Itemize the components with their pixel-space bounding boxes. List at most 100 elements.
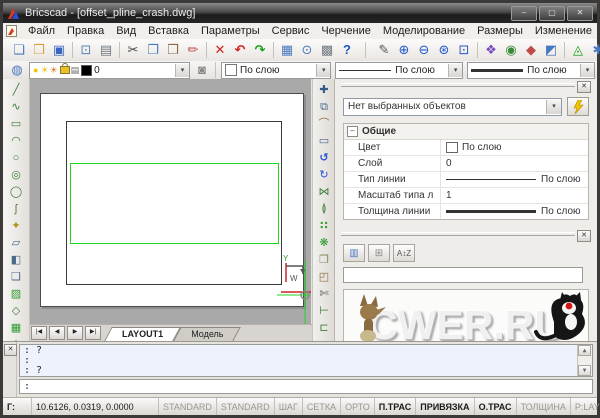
pan-icon[interactable]: ❖ [481,40,501,60]
window-close-button[interactable]: ✕ [567,5,593,21]
color-dropdown-arrow-icon[interactable]: ▾ [316,63,331,77]
command-close-icon[interactable]: ✕ [4,344,17,356]
rectangle-icon[interactable]: ▭ [5,115,27,132]
open-icon[interactable]: ❒ [29,40,49,60]
delete-icon[interactable]: ✕ [210,40,230,60]
menu-insert[interactable]: Вставка [142,24,195,38]
table-icon[interactable]: ▦ [5,319,27,336]
window-minimize-button[interactable]: – [511,5,537,21]
command-panel-grip[interactable]: ✕ [3,342,17,399]
panel-grip[interactable] [341,232,575,236]
tab-next-icon[interactable]: ▶ [67,326,83,340]
line-icon[interactable]: ╱ [5,81,27,98]
explode-icon[interactable]: ◰ [313,268,335,285]
format-painter-icon[interactable]: ✏ [183,40,203,60]
view-columns-icon[interactable]: ▥ [343,244,365,262]
new-icon[interactable]: ❏ [9,40,29,60]
status-grid[interactable]: СЕТКА [303,398,342,415]
status-lineweight[interactable]: ТОЛЩИНА [517,398,571,415]
array-icon[interactable]: ∷ [313,217,335,234]
selection-dropdown-arrow-icon[interactable]: ▾ [546,99,561,114]
menu-modify[interactable]: Изменение [529,24,598,38]
scale-icon[interactable]: ▭ [313,132,335,149]
render-icon[interactable]: ◆ [521,40,541,60]
status-polar[interactable]: П.ТРАС [375,398,417,415]
point-icon[interactable]: ✦ [5,217,27,234]
previous-layer-icon[interactable]: ◙ [192,60,212,80]
save-icon[interactable]: ▣ [49,40,69,60]
properties-close-icon[interactable]: ✕ [577,81,591,93]
scroll-up-icon[interactable]: ▲ [578,345,591,356]
extend-icon[interactable]: ⊢ [313,302,335,319]
hatch-icon[interactable]: ▨ [5,285,27,302]
drawing-explorer-icon[interactable]: ▦ [277,40,297,60]
print-icon[interactable]: ▤ [96,40,116,60]
rotate-reference-icon[interactable]: ↻ [313,166,335,183]
menu-file[interactable]: Файл [22,24,61,38]
undo-icon[interactable]: ↶ [230,40,250,60]
layer-dropdown[interactable]: ● ☀ ☀ ▤ 0 ▾ [29,61,190,79]
lineweight-dropdown-arrow-icon[interactable]: ▾ [579,63,594,77]
property-row-color[interactable]: Цвет По слою [344,140,588,156]
menu-view[interactable]: Вид [110,24,142,38]
spline-icon[interactable]: ∫ [5,200,27,217]
lineweight-dropdown[interactable]: По слою ▾ [467,61,595,79]
property-row-lineweight[interactable]: Толщина линии По слою [344,204,588,219]
tab-first-icon[interactable]: |◀ [31,326,47,340]
copy-icon[interactable]: ❐ [143,40,163,60]
menu-model[interactable]: Моделирование [377,24,471,38]
array-polar-icon[interactable]: ❋ [313,234,335,251]
property-row-linetype[interactable]: Тип линии По слою [344,172,588,188]
realtime-view-icon[interactable]: ◉ [501,40,521,60]
tab-model[interactable]: Модель [177,327,237,341]
linetype-dropdown-arrow-icon[interactable]: ▾ [448,63,463,77]
block-preview-icon[interactable]: ⊞ [368,244,390,262]
status-esnap[interactable]: ПРИВЯЗКА [416,398,475,415]
collapse-icon[interactable]: – [347,126,358,137]
menu-draw[interactable]: Черчение [315,24,377,38]
window-maximize-button[interactable]: ▢ [539,5,565,21]
visual-style-icon[interactable]: ◩ [541,40,561,60]
boundary-icon[interactable]: ❑ [5,268,27,285]
status-ortho[interactable]: ОРТО [341,398,375,415]
zoom-window-icon[interactable]: ⊡ [454,40,474,60]
status-textstyle[interactable]: STANDARD [159,398,217,415]
paste-icon[interactable]: ❒ [163,40,183,60]
layer-explorer-icon[interactable]: ◍ [7,60,27,80]
properties-group-general[interactable]: – Общие [344,124,588,140]
command-history[interactable]: : ? : : ? ▲ ▼ [19,344,593,377]
move-icon[interactable]: ✚ [313,81,335,98]
rotate-icon[interactable]: ↺ [313,149,335,166]
color-dropdown[interactable]: По слою ▾ [221,61,332,79]
menu-tools[interactable]: Сервис [266,24,316,38]
solid-icon[interactable]: ◧ [5,251,27,268]
break-icon[interactable]: ⊏ [313,319,335,336]
menu-dimensions[interactable]: Размеры [471,24,529,38]
help-icon[interactable]: ? [337,40,357,60]
tool-palette-close-icon[interactable]: ✕ [577,230,591,242]
cut-icon[interactable]: ✂ [123,40,143,60]
sort-alpha-icon[interactable]: A↕Z [393,244,415,262]
command-input[interactable]: : [19,379,593,394]
circle-icon[interactable]: ○ [5,149,27,166]
ellipse-icon[interactable]: ◯ [5,183,27,200]
command-history-scrollbar[interactable]: ▲ ▼ [577,345,592,376]
print-preview-icon[interactable]: ⊡ [76,40,96,60]
tab-layout1[interactable]: LAYOUT1 [108,327,177,341]
tab-prev-icon[interactable]: ◀ [49,326,65,340]
mirror-3d-icon[interactable]: ≬ [313,200,335,217]
menu-settings[interactable]: Параметры [195,24,266,38]
status-etrack[interactable]: О.ТРАС [475,398,517,415]
tool-palette-header[interactable]: ✕ [339,230,593,242]
palette-filter-input[interactable] [343,267,583,283]
copy-nested-icon[interactable]: ❐ [313,251,335,268]
arc-icon[interactable]: ◠ [5,132,27,149]
donut-icon[interactable]: ◎ [5,166,27,183]
linetype-dropdown[interactable]: По слою ▾ [335,61,464,79]
status-dimstyle[interactable]: STANDARD [217,398,275,415]
find-icon[interactable]: ⊙ [297,40,317,60]
drawing-canvas[interactable]: Y W X [30,79,311,325]
property-row-layer[interactable]: Слой 0 [344,156,588,172]
regen-icon[interactable]: ✱ [588,40,600,60]
trim-icon[interactable]: ✄ [313,285,335,302]
